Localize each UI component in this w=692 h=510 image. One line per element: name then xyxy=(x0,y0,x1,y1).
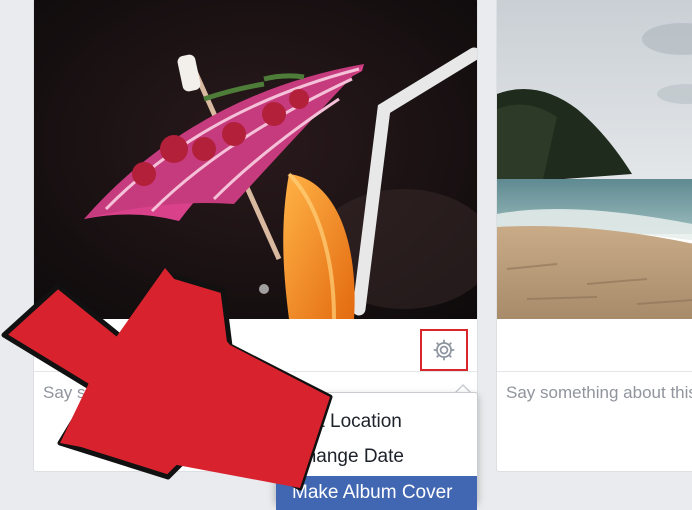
photo-options-menu: Edit Location Change Date Make Album Cov… xyxy=(275,392,478,510)
photo-card: Say something about this photo... xyxy=(496,0,692,472)
photo-actions-bar xyxy=(34,319,477,371)
divider xyxy=(497,371,692,372)
photo-options-button[interactable] xyxy=(420,329,468,371)
menu-item-edit-location[interactable]: Edit Location xyxy=(276,405,477,439)
caption-input[interactable]: Say something about this photo... xyxy=(506,383,692,403)
caption-input[interactable]: Say something about this photo... xyxy=(43,383,295,403)
photo-beach[interactable] xyxy=(497,0,692,319)
photo-cocktail-umbrella[interactable] xyxy=(34,0,477,319)
photo-image xyxy=(34,0,477,319)
divider xyxy=(34,371,477,372)
menu-item-make-album-cover[interactable]: Make Album Cover xyxy=(276,476,477,510)
gear-icon xyxy=(433,339,455,361)
menu-item-change-date[interactable]: Change Date xyxy=(276,440,477,474)
photo-image xyxy=(497,0,692,319)
